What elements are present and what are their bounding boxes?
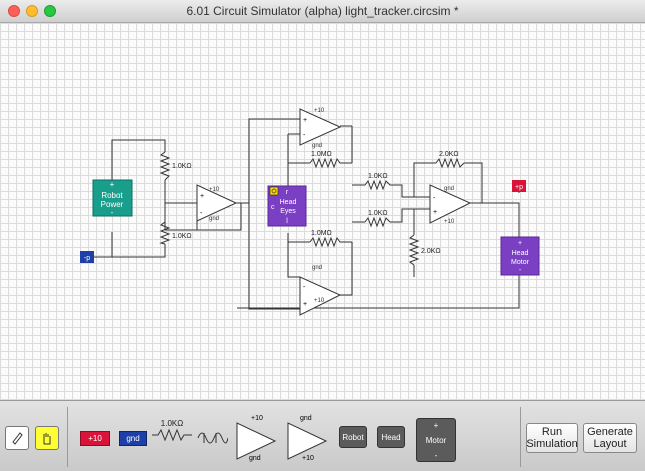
circuit-canvas[interactable]: + Robot Power - -p 1.0KΩ 1.0KΩ + - +10 g… — [0, 23, 645, 400]
robot-power-component[interactable]: + Robot Power - — [92, 179, 133, 217]
resistor-feedback-top[interactable]: 1.0MΩ — [309, 151, 352, 169]
robot-power-label-line1: Robot — [101, 191, 123, 200]
probe-minus-label: -p — [84, 255, 90, 262]
app-window: 6.01 Circuit Simulator (alpha) light_tra… — [0, 0, 645, 471]
palette-robot-label: Robot — [342, 432, 364, 442]
opamp-bottom-bottom-label: +10 — [314, 298, 325, 304]
palette-opamp2-top-label: gnd — [300, 415, 312, 422]
pencil-tool-button[interactable] — [5, 426, 29, 450]
palette-motor-minus-label: - — [434, 450, 438, 460]
head-eyes-component[interactable]: r c Head Eyes l — [267, 185, 307, 227]
resistor-bottom-label: 1.0KΩ — [172, 233, 192, 240]
palette-motor-label: Motor — [425, 435, 447, 445]
palette-opamp1-top-label: +10 — [251, 415, 263, 422]
resistor-sum-top[interactable]: 1.0KΩ — [364, 173, 391, 191]
resistor-ground[interactable]: 2.0KΩ — [408, 234, 441, 266]
resistor-ground-label: 2.0KΩ — [421, 248, 441, 255]
resistor-feedback-output-label: 2.0KΩ — [439, 151, 459, 158]
opamp-summing[interactable]: - + gnd +10 — [429, 184, 472, 225]
resistor-bottom[interactable]: 1.0KΩ — [159, 221, 192, 245]
component-toolbar: +10 gnd 1.0KΩ +10 gnd gnd +10 Robot Head… — [0, 400, 645, 471]
hand-icon — [43, 433, 51, 445]
palette-robot[interactable]: Robot — [339, 426, 367, 448]
svg-text:+: + — [200, 193, 204, 200]
resistor-sum-top-label: 1.0KΩ — [368, 173, 388, 180]
resistor-feedback-bottom-label: 1.0MΩ — [311, 230, 332, 237]
head-motor-label-line1: Head — [512, 250, 529, 257]
palette-head-label: Head — [381, 432, 401, 442]
probe-plus-label: +p — [515, 184, 523, 191]
resistor-sum-bottom-label: 1.0KΩ — [368, 210, 388, 217]
palette-wave[interactable] — [196, 423, 229, 453]
head-eyes-c-label: c — [271, 204, 275, 211]
palette-plus10-label: +10 — [88, 434, 102, 443]
palette-plus10[interactable]: +10 — [80, 431, 110, 446]
robot-power-minus-label: - — [111, 208, 114, 217]
palette-opamp1-bottom-label: gnd — [249, 455, 261, 462]
opamp-top[interactable]: + - +10 gnd — [299, 108, 342, 149]
probe-plus[interactable]: +p — [512, 180, 526, 192]
opamp-bottom-top-label: gnd — [312, 265, 322, 271]
palette-opamp2[interactable]: gnd +10 — [284, 415, 330, 465]
pencil-icon — [12, 432, 23, 445]
robot-power-plus-label: + — [110, 180, 115, 189]
palette-opamp2-bottom-label: +10 — [302, 455, 314, 462]
resistor-feedback-output[interactable]: 2.0KΩ — [435, 151, 465, 169]
resistor-top-label: 1.0KΩ — [172, 163, 192, 170]
window-title: 6.01 Circuit Simulator (alpha) light_tra… — [186, 4, 459, 18]
resistor-sum-bottom[interactable]: 1.0KΩ — [364, 210, 391, 228]
palette-resistor-label: 1.0KΩ — [160, 419, 184, 428]
opamp-top-top-label: +10 — [314, 108, 325, 114]
head-eyes-label-line1: Head — [280, 199, 297, 206]
palette-gnd[interactable]: gnd — [119, 431, 147, 446]
palette-gnd-label: gnd — [126, 434, 140, 443]
svg-text:+: + — [303, 117, 307, 124]
run-simulation-button[interactable]: Run Simulation — [526, 423, 578, 453]
svg-text:+: + — [433, 209, 437, 216]
resistor-feedback-top-label: 1.0MΩ — [311, 151, 332, 158]
svg-text:+: + — [303, 301, 307, 308]
palette-motor[interactable]: + Motor - — [416, 418, 456, 462]
hand-tool-button[interactable] — [35, 426, 59, 450]
palette-opamp1[interactable]: +10 gnd — [233, 415, 279, 465]
generate-layout-button[interactable]: Generate Layout — [583, 423, 637, 453]
head-motor-component[interactable]: + Head Motor - — [500, 236, 540, 276]
opamp-top-bottom-label: gnd — [312, 143, 322, 149]
opamp-buffer[interactable]: + - +10 gnd — [196, 184, 238, 222]
head-motor-plus-label: + — [518, 240, 522, 247]
resistor-top[interactable]: 1.0KΩ — [159, 151, 192, 181]
probe-minus[interactable]: -p — [80, 251, 94, 263]
head-motor-label-line2: Motor — [511, 259, 530, 266]
palette-resistor[interactable]: 1.0KΩ — [152, 419, 192, 449]
opamp-summing-top-label: gnd — [444, 186, 454, 192]
wave-icon — [197, 432, 229, 444]
resistor-feedback-bottom[interactable]: 1.0MΩ — [309, 230, 352, 248]
opamp-buffer-bottom-label: gnd — [209, 216, 219, 222]
title-bar: 6.01 Circuit Simulator (alpha) light_tra… — [0, 0, 645, 23]
head-eyes-label-line2: Eyes — [280, 208, 296, 215]
palette-head[interactable]: Head — [377, 426, 405, 448]
opamp-summing-bottom-label: +10 — [444, 219, 455, 225]
palette-motor-plus-label: + — [433, 420, 439, 430]
opamp-buffer-top-label: +10 — [209, 187, 220, 193]
